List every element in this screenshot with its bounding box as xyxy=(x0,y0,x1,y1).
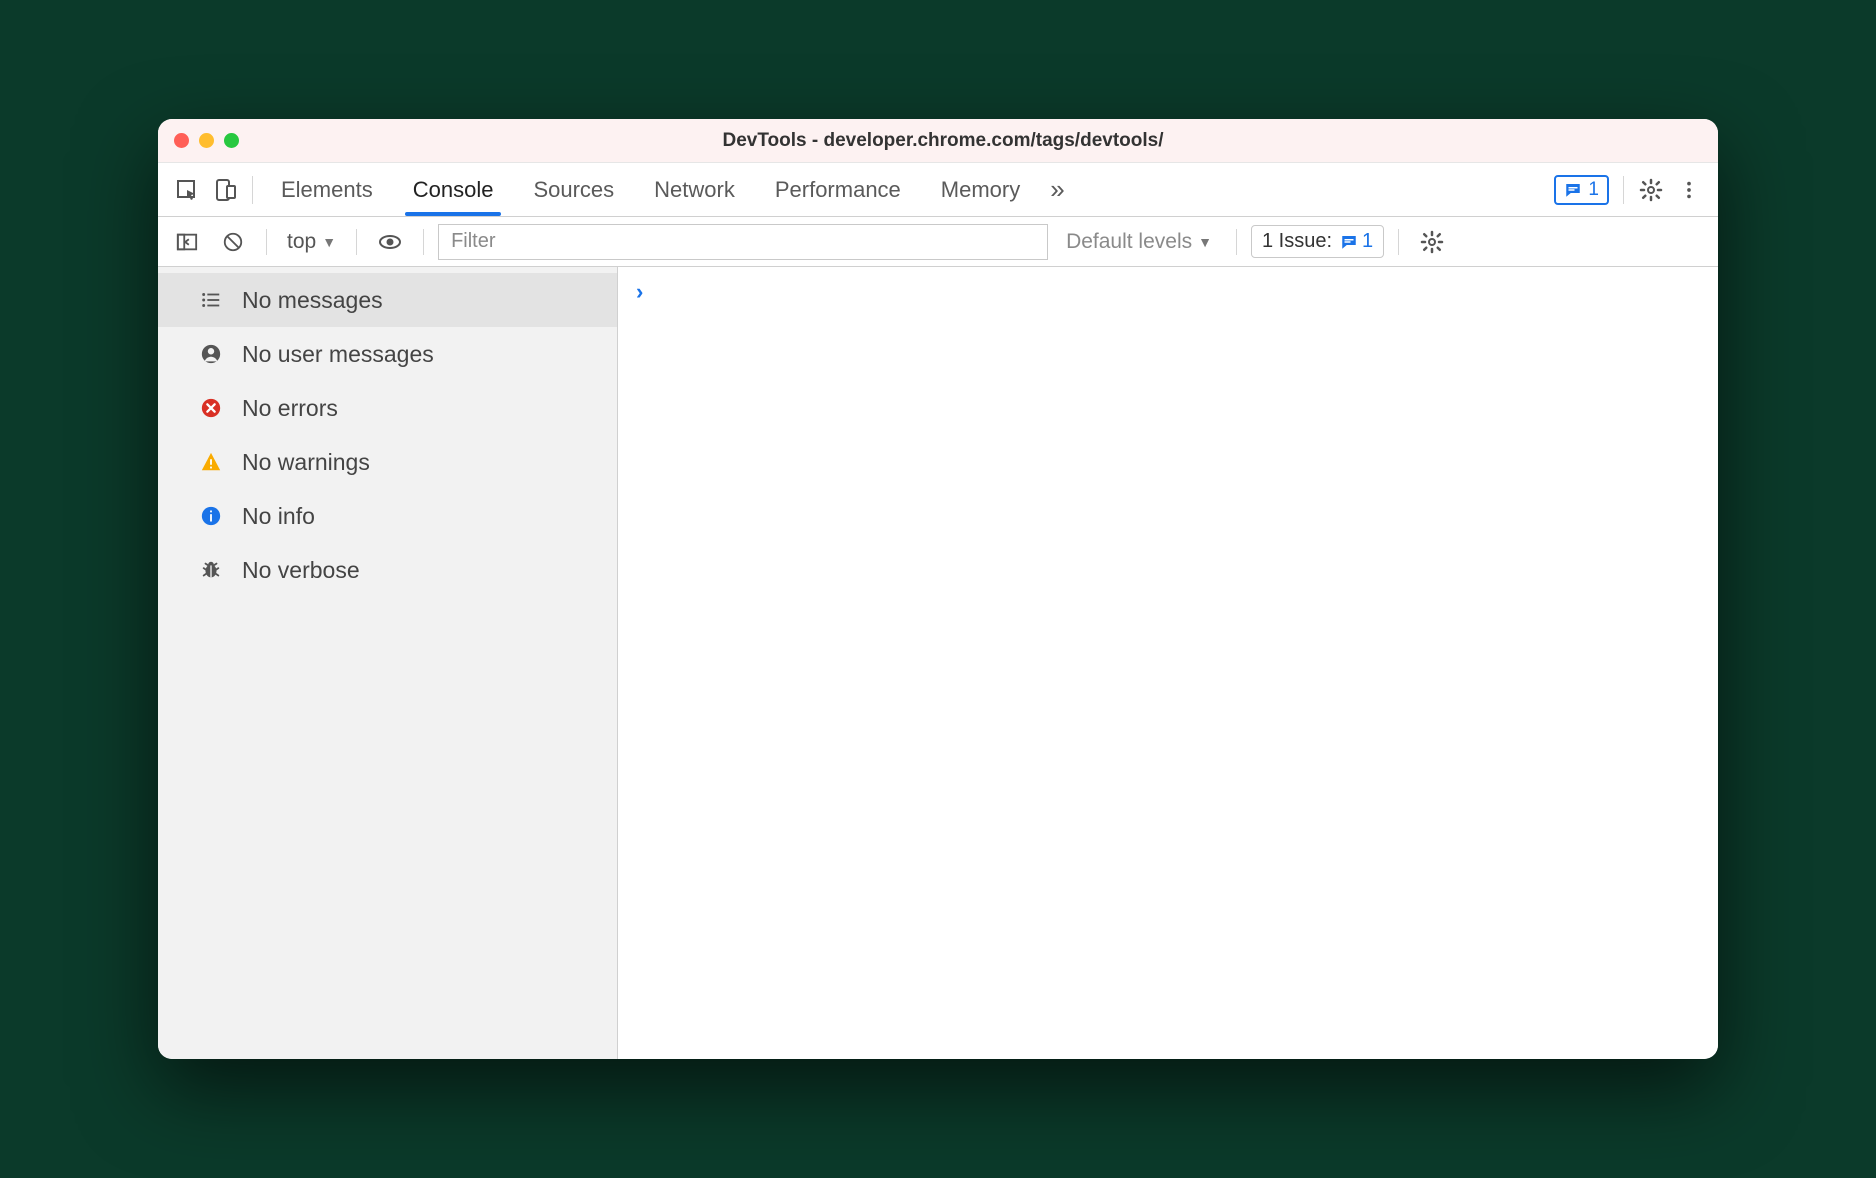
divider xyxy=(1623,176,1624,204)
live-expression-icon[interactable] xyxy=(371,223,409,261)
issues-button[interactable]: 1 Issue: 1 xyxy=(1251,225,1384,258)
messages-badge[interactable]: 1 xyxy=(1554,175,1609,205)
info-icon xyxy=(198,505,224,527)
messages-badge-count: 1 xyxy=(1588,179,1599,201)
tab-memory[interactable]: Memory xyxy=(921,163,1040,216)
divider xyxy=(1398,229,1399,255)
sidebar-item-label: No info xyxy=(242,503,315,530)
issues-count: 1 xyxy=(1362,230,1373,253)
console-toolbar: top ▼ Default levels ▼ 1 Issue: 1 xyxy=(158,217,1718,267)
levels-label: Default levels xyxy=(1066,230,1192,254)
console-settings-icon[interactable] xyxy=(1413,223,1451,261)
kebab-menu-icon[interactable] xyxy=(1670,171,1708,209)
clear-console-icon[interactable] xyxy=(214,223,252,261)
issues-label: 1 Issue: xyxy=(1262,230,1332,253)
toggle-sidebar-icon[interactable] xyxy=(168,223,206,261)
list-icon xyxy=(198,289,224,311)
sidebar-item-verbose[interactable]: No verbose xyxy=(158,543,617,597)
sidebar-item-messages[interactable]: No messages xyxy=(158,273,617,327)
chevron-down-icon: ▼ xyxy=(1198,234,1212,250)
devtools-window: DevTools - developer.chrome.com/tags/dev… xyxy=(158,119,1718,1059)
tab-elements[interactable]: Elements xyxy=(261,163,393,216)
execution-context-select[interactable]: top ▼ xyxy=(281,230,342,254)
error-icon xyxy=(198,397,224,419)
divider xyxy=(1236,229,1237,255)
sidebar-item-label: No verbose xyxy=(242,557,360,584)
sidebar-item-label: No warnings xyxy=(242,449,370,476)
divider xyxy=(266,229,267,255)
settings-icon[interactable] xyxy=(1632,171,1670,209)
tab-performance[interactable]: Performance xyxy=(755,163,921,216)
sidebar-item-label: No errors xyxy=(242,395,338,422)
tab-console[interactable]: Console xyxy=(393,163,514,216)
user-icon xyxy=(198,343,224,365)
sidebar-item-label: No user messages xyxy=(242,341,434,368)
titlebar: DevTools - developer.chrome.com/tags/dev… xyxy=(158,119,1718,163)
tab-sources[interactable]: Sources xyxy=(513,163,634,216)
sidebar-item-errors[interactable]: No errors xyxy=(158,381,617,435)
sidebar-item-info[interactable]: No info xyxy=(158,489,617,543)
sidebar-item-label: No messages xyxy=(242,287,383,314)
console-prompt: › xyxy=(636,279,643,304)
console-sidebar: No messages No user messages No errors N… xyxy=(158,267,618,1059)
console-output[interactable]: › xyxy=(618,267,1718,1059)
chevron-down-icon: ▼ xyxy=(322,234,336,250)
more-tabs-button[interactable]: » xyxy=(1040,174,1074,205)
bug-icon xyxy=(198,559,224,581)
sidebar-item-warnings[interactable]: No warnings xyxy=(158,435,617,489)
issues-count-chip: 1 xyxy=(1340,230,1373,253)
inspect-element-icon[interactable] xyxy=(168,171,206,209)
divider xyxy=(423,229,424,255)
panel-tabs: Elements Console Sources Network Perform… xyxy=(158,163,1718,217)
sidebar-item-user-messages[interactable]: No user messages xyxy=(158,327,617,381)
divider xyxy=(356,229,357,255)
tab-network[interactable]: Network xyxy=(634,163,755,216)
device-toolbar-icon[interactable] xyxy=(206,171,244,209)
log-levels-select[interactable]: Default levels ▼ xyxy=(1056,230,1222,254)
divider xyxy=(252,176,253,204)
filter-input[interactable] xyxy=(438,224,1048,260)
context-label: top xyxy=(287,230,316,254)
console-body: No messages No user messages No errors N… xyxy=(158,267,1718,1059)
warning-icon xyxy=(198,451,224,473)
window-title: DevTools - developer.chrome.com/tags/dev… xyxy=(184,130,1702,152)
